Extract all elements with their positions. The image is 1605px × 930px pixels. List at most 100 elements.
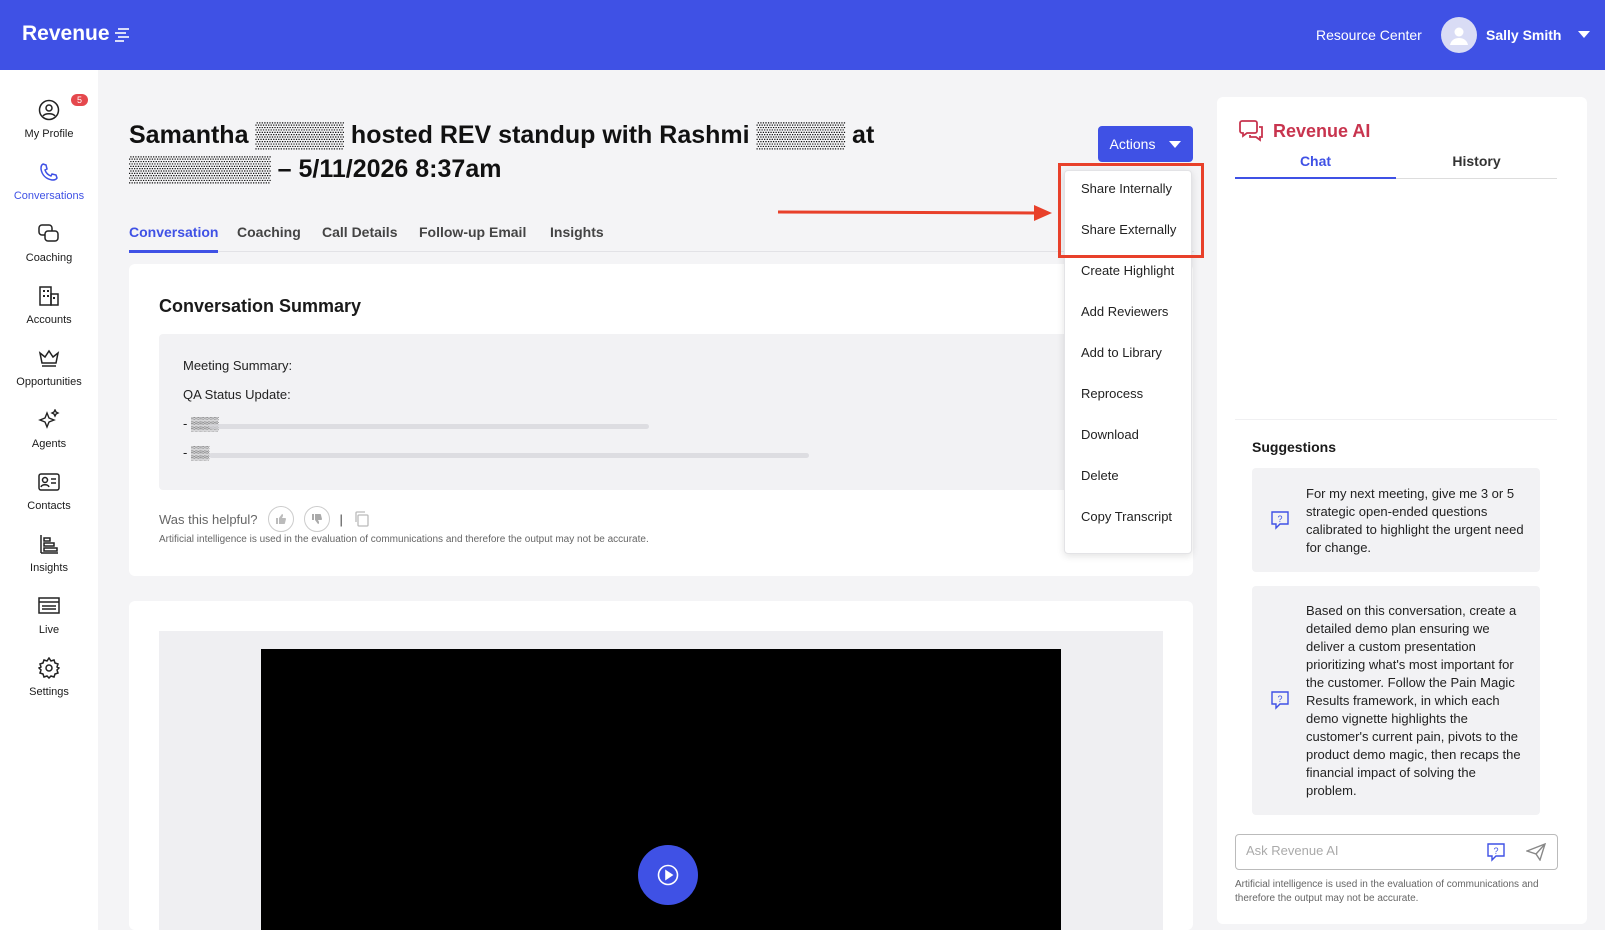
user-icon xyxy=(1450,27,1468,45)
video-player[interactable] xyxy=(261,649,1061,930)
sidebar-item-agents[interactable]: Agents xyxy=(0,406,98,450)
sidebar-item-live[interactable]: Live xyxy=(0,592,98,636)
sidebar: 5 My Profile Conversations Coaching Acco… xyxy=(0,70,98,930)
top-bar: Revenue Resource Center Sally Smith xyxy=(0,0,1605,70)
user-circle-icon xyxy=(38,99,60,121)
divider: | xyxy=(339,511,343,527)
actions-button[interactable]: Actions xyxy=(1098,126,1193,162)
tab-history[interactable]: History xyxy=(1396,153,1557,169)
svg-text:?: ? xyxy=(1277,514,1282,524)
redacted-text xyxy=(209,453,809,458)
gear-icon xyxy=(38,657,60,679)
send-icon[interactable] xyxy=(1526,843,1546,861)
sidebar-item-contacts[interactable]: Contacts xyxy=(0,468,98,512)
phone-icon xyxy=(40,163,58,181)
user-name: Sally Smith xyxy=(1486,27,1562,43)
ai-panel-tabs: Chat History xyxy=(1235,153,1557,179)
ask-ai-input[interactable] xyxy=(1246,843,1466,858)
sidebar-item-accounts[interactable]: Accounts xyxy=(0,282,98,326)
crown-icon xyxy=(38,349,60,367)
sidebar-item-label: Insights xyxy=(30,562,68,574)
sidebar-item-label: Coaching xyxy=(25,252,73,264)
divider xyxy=(1235,419,1557,420)
avatar xyxy=(1441,17,1477,53)
menu-item-reprocess[interactable]: Reprocess xyxy=(1081,386,1143,401)
annotation-highlight-box xyxy=(1058,163,1204,258)
brand-logo[interactable]: Revenue xyxy=(22,22,130,46)
ai-disclaimer: Artificial intelligence is used in the e… xyxy=(159,534,649,545)
resource-center-link[interactable]: Resource Center xyxy=(1316,27,1422,43)
sidebar-item-my-profile[interactable]: 5 My Profile xyxy=(0,94,98,140)
summary-card: Conversation Summary Meeting Summary: QA… xyxy=(129,264,1193,576)
play-button[interactable] xyxy=(638,845,698,905)
feedback-row: Was this helpful? | xyxy=(159,506,371,532)
summary-line: Meeting Summary: xyxy=(183,358,293,373)
question-chat-icon: ? xyxy=(1271,691,1289,710)
svg-text:?: ? xyxy=(1277,694,1282,704)
ai-title-text: Revenue AI xyxy=(1273,120,1371,141)
sidebar-item-label: Agents xyxy=(31,438,67,450)
suggestion-text: For my next meeting, give me 3 or 5 stra… xyxy=(1306,486,1524,555)
live-icon xyxy=(38,597,60,614)
annotation-arrow xyxy=(778,205,1052,221)
suggestion-card[interactable]: ? Based on this conversation, create a d… xyxy=(1252,586,1540,815)
ai-disclaimer: Artificial intelligence is used in the e… xyxy=(1235,879,1539,904)
summary-box: Meeting Summary: QA Status Update: - ▒▒▒… xyxy=(159,334,1163,490)
sidebar-item-conversations[interactable]: Conversations xyxy=(0,158,98,202)
bar-chart-icon xyxy=(40,535,58,554)
svg-text:?: ? xyxy=(1493,846,1498,856)
menu-item-add-reviewers[interactable]: Add Reviewers xyxy=(1081,304,1168,319)
menu-item-create-highlight[interactable]: Create Highlight xyxy=(1081,263,1174,278)
sidebar-item-coaching[interactable]: Coaching xyxy=(0,220,98,264)
sidebar-item-label: Opportunities xyxy=(16,376,82,388)
revenue-ai-panel: Revenue AI Chat History Suggestions ? Fo… xyxy=(1217,97,1587,924)
question-chat-icon: ? xyxy=(1271,511,1289,530)
menu-item-download[interactable]: Download xyxy=(1081,427,1139,442)
sidebar-item-settings[interactable]: Settings xyxy=(0,654,98,698)
conversation-tabs: Conversation Coaching Call Details Follo… xyxy=(129,224,1194,253)
sidebar-item-label: Live xyxy=(38,624,60,636)
sidebar-item-label: My Profile xyxy=(24,128,74,140)
thumbs-down-button[interactable] xyxy=(303,506,330,532)
brand-name: Revenue xyxy=(22,22,110,45)
tab-insights[interactable]: Insights xyxy=(550,224,604,240)
brand-lines-icon xyxy=(114,28,129,42)
building-icon xyxy=(39,286,59,306)
sidebar-item-label: Conversations xyxy=(13,190,85,202)
copy-icon[interactable] xyxy=(353,510,371,528)
thumbs-up-icon xyxy=(275,514,286,524)
sidebar-item-label: Settings xyxy=(29,686,69,698)
question-chat-icon[interactable]: ? xyxy=(1486,842,1506,862)
suggestion-text: Based on this conversation, create a det… xyxy=(1306,603,1521,798)
suggestions-heading: Suggestions xyxy=(1252,439,1337,455)
redacted-text xyxy=(209,424,649,429)
thumbs-up-button[interactable] xyxy=(267,506,294,532)
thumbs-down-icon xyxy=(311,514,322,524)
sidebar-item-opportunities[interactable]: Opportunities xyxy=(0,344,98,388)
menu-item-copy-transcript[interactable]: Copy Transcript xyxy=(1081,509,1172,524)
ai-chat-icon xyxy=(1239,120,1263,142)
summary-line: QA Status Update: xyxy=(183,387,291,402)
ai-panel-title: Revenue AI xyxy=(1239,119,1370,143)
menu-item-delete[interactable]: Delete xyxy=(1081,468,1119,483)
play-icon xyxy=(657,864,679,886)
menu-item-add-to-library[interactable]: Add to Library xyxy=(1081,345,1162,360)
contact-card-icon xyxy=(38,473,60,491)
user-menu[interactable]: Sally Smith xyxy=(1441,17,1591,53)
summary-line: - ▒▒ xyxy=(183,445,210,460)
page-title: Samantha ▒▒▒▒▒ hosted REV standup with R… xyxy=(129,121,875,183)
suggestion-card[interactable]: ? For my next meeting, give me 3 or 5 st… xyxy=(1252,468,1540,572)
tab-follow-up-email[interactable]: Follow-up Email xyxy=(419,224,526,240)
tab-call-details[interactable]: Call Details xyxy=(322,224,397,240)
sidebar-item-insights[interactable]: Insights xyxy=(0,530,98,574)
tab-coaching[interactable]: Coaching xyxy=(237,224,301,240)
chat-bubbles-icon xyxy=(38,224,59,242)
ask-ai-field[interactable]: ? xyxy=(1235,834,1558,870)
tab-chat[interactable]: Chat xyxy=(1235,153,1396,179)
sidebar-item-label: Contacts xyxy=(27,500,71,512)
summary-heading: Conversation Summary xyxy=(159,296,362,316)
sparkles-icon xyxy=(38,409,60,429)
tab-conversation[interactable]: Conversation xyxy=(129,224,219,253)
chevron-down-icon xyxy=(1578,31,1591,38)
video-card xyxy=(129,601,1193,930)
